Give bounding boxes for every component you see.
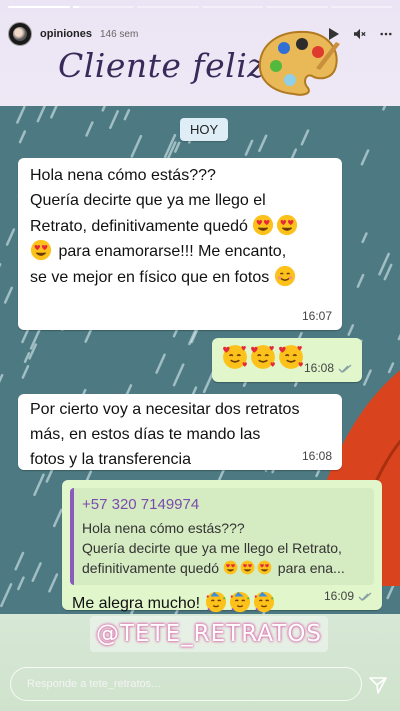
- quoted-sender: +57 320 7149974: [82, 496, 200, 513]
- heart-eyes-emoji: [257, 560, 272, 575]
- smiling-emoji: [274, 265, 296, 287]
- message-line: se ve mejor en físico que en fotos: [30, 269, 270, 287]
- progress-fill: [72, 6, 79, 8]
- message-line: Por cierto voy a necesitar dos retratos: [30, 401, 300, 418]
- message-line-with-emoji: para enamorarse!!! Me encanto,: [30, 239, 330, 265]
- message-time-text: 16:08: [303, 361, 334, 376]
- progress-segment: [330, 6, 392, 8]
- outgoing-message-2: 16:08: [212, 338, 362, 382]
- progress-segment: [8, 6, 70, 8]
- progress-segment: [201, 6, 263, 8]
- party-face-emoji: [205, 591, 227, 613]
- message-text: Me alegra mucho!: [72, 594, 201, 612]
- heart-eyes-emoji: [30, 239, 52, 261]
- message-time: 16:09: [324, 587, 372, 606]
- heart-eyes-emoji: [252, 214, 274, 236]
- progress-segment: [137, 6, 199, 8]
- outgoing-reply-message-4: +57 320 7149974 Hola nena cómo estás??? …: [62, 480, 382, 613]
- message-line-with-emoji: Retrato, definitivamente quedó: [30, 214, 330, 240]
- play-icon[interactable]: [328, 28, 340, 40]
- message-line: Retrato, definitivamente quedó: [30, 217, 248, 235]
- progress-segment: [266, 6, 328, 8]
- hearts-face-emoji: [222, 344, 248, 370]
- username[interactable]: opiniones: [40, 28, 92, 40]
- incoming-message-1: Hola nena cómo estás??? Quería decirte q…: [18, 158, 342, 330]
- message-time-text: 16:09: [323, 589, 354, 604]
- party-face-emoji: [253, 591, 275, 613]
- avatar-image: [13, 27, 27, 41]
- post-time: 146 sem: [99, 28, 139, 40]
- incoming-message-3: Por cierto voy a necesitar dos retratos …: [18, 394, 342, 470]
- quoted-line: definitivamente quedó: [82, 560, 219, 577]
- handle-sticker[interactable]: @TETE_RETRATOS: [90, 616, 328, 652]
- heart-eyes-emoji: [240, 560, 255, 575]
- message-line-with-emoji: se ve mejor en físico que en fotos: [30, 265, 330, 291]
- message-time: 16:08: [302, 447, 332, 466]
- heart-eyes-emoji: [276, 214, 298, 236]
- progress-fill: [8, 6, 70, 8]
- quoted-line-with-emoji: definitivamente quedó para ena...: [82, 558, 366, 578]
- party-face-emoji: [229, 591, 251, 613]
- quoted-line: Hola nena cómo estás???: [82, 519, 245, 536]
- message-line: para enamorarse!!! Me encanto,: [58, 243, 287, 261]
- message-time: 16:08: [304, 359, 352, 378]
- date-chip: HOY: [180, 118, 229, 141]
- message-line: Hola nena cómo estás???: [30, 167, 216, 184]
- chat-screenshot: HOY Hola nena cómo estás??? Quería decir…: [0, 106, 400, 614]
- message-line: fotos y la transferencia: [30, 450, 191, 468]
- message-time: 16:07: [302, 307, 332, 326]
- more-horizontal-icon[interactable]: [380, 28, 392, 40]
- double-check-icon: [358, 592, 372, 601]
- quoted-message[interactable]: +57 320 7149974 Hola nena cómo estás??? …: [70, 488, 374, 585]
- quoted-line: para ena...: [277, 560, 345, 577]
- handle-text: @TETE_RETRATOS: [96, 621, 322, 647]
- quoted-line: Quería decirte que ya me llego el Retrat…: [82, 540, 342, 557]
- speaker-muted-icon[interactable]: [354, 28, 366, 40]
- story-header: opiniones 146 sem: [8, 20, 392, 48]
- message-time-text: 16:08: [301, 449, 332, 464]
- story-progress-bar: [8, 6, 392, 9]
- header-controls: [328, 28, 392, 40]
- double-check-icon: [338, 364, 352, 373]
- reply-bar[interactable]: [10, 667, 362, 701]
- story-title: Cliente feliz!: [58, 46, 279, 85]
- hearts-face-emoji: [278, 344, 304, 370]
- avatar[interactable]: [8, 22, 32, 46]
- story-view: opiniones 146 sem Cliente feliz! HOY Hol…: [0, 0, 400, 711]
- message-time-text: 16:07: [301, 309, 332, 324]
- message-line: Quería decirte que ya me llego el: [30, 191, 266, 209]
- hearts-face-emoji: [250, 344, 276, 370]
- reply-input[interactable]: [27, 678, 361, 690]
- heart-eyes-emoji: [223, 560, 238, 575]
- send-icon[interactable]: [368, 675, 388, 695]
- message-line: más, en estos días te mando las: [30, 425, 261, 443]
- progress-segment: [72, 6, 134, 8]
